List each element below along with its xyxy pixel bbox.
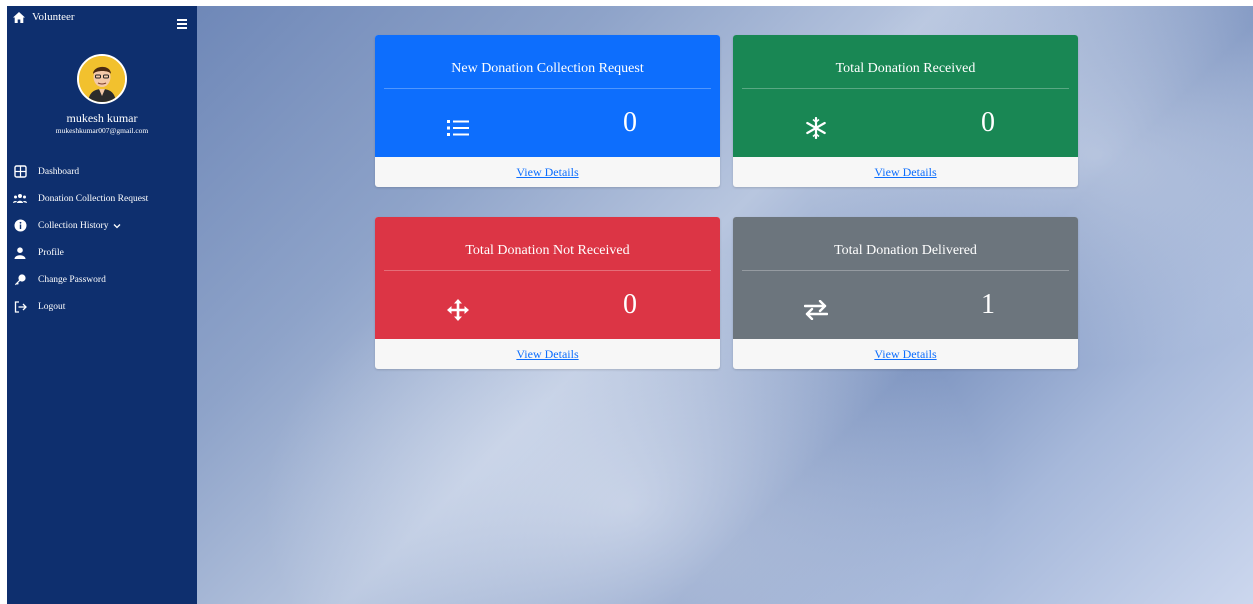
view-details-link[interactable]: View Details xyxy=(874,165,936,180)
divider xyxy=(742,270,1069,271)
users-icon xyxy=(13,192,27,206)
arrows-move-icon xyxy=(445,297,471,323)
user-icon xyxy=(13,246,27,260)
key-icon xyxy=(13,273,27,287)
home-icon xyxy=(13,11,25,23)
app-frame: Volunteer mukesh kumar mukeshkumar007@gm… xyxy=(7,6,1253,604)
brand[interactable]: Volunteer xyxy=(13,11,75,23)
dashboard-icon xyxy=(13,165,27,179)
sidebar-item-label: Profile xyxy=(38,247,64,258)
divider xyxy=(742,88,1069,89)
divider xyxy=(384,270,711,271)
card-total-donation-not-received: Total Donation Not Received 0 View Detai… xyxy=(375,217,720,369)
sidebar-header: Volunteer xyxy=(7,6,197,46)
card-header: Total Donation Delivered 1 xyxy=(733,217,1078,339)
sidebar-item-donation-collection-request[interactable]: Donation Collection Request xyxy=(7,185,197,212)
exchange-icon xyxy=(803,297,829,323)
sidebar-item-label: Change Password xyxy=(38,274,106,285)
sidebar-item-dashboard[interactable]: Dashboard xyxy=(7,158,197,185)
card-count: 1 xyxy=(981,289,995,320)
brand-label: Volunteer xyxy=(32,11,75,23)
list-icon xyxy=(445,115,471,141)
sidebar-item-label: Logout xyxy=(38,301,66,312)
card-count: 0 xyxy=(623,289,637,320)
card-header: Total Donation Not Received 0 xyxy=(375,217,720,339)
user-name: mukesh kumar xyxy=(66,111,138,125)
sidebar: Volunteer mukesh kumar mukeshkumar007@gm… xyxy=(7,6,197,604)
sidebar-item-label: Collection History xyxy=(38,220,109,231)
card-footer: View Details xyxy=(375,339,720,369)
card-new-donation-collection-request: New Donation Collection Request 0 View D… xyxy=(375,35,720,187)
card-footer: View Details xyxy=(733,339,1078,369)
info-icon xyxy=(13,219,27,233)
logout-icon xyxy=(13,300,27,314)
snowflake-icon xyxy=(803,115,829,141)
sidebar-item-logout[interactable]: Logout xyxy=(7,293,197,320)
card-footer: View Details xyxy=(733,157,1078,187)
card-footer: View Details xyxy=(375,157,720,187)
menu-toggle-icon[interactable] xyxy=(177,19,187,31)
sidebar-item-label: Donation Collection Request xyxy=(38,193,149,204)
card-title: New Donation Collection Request xyxy=(451,61,644,76)
divider xyxy=(384,88,711,89)
user-email: mukeshkumar007@gmail.com xyxy=(55,126,149,135)
view-details-link[interactable]: View Details xyxy=(516,165,578,180)
dashboard-main: New Donation Collection Request 0 View D… xyxy=(197,6,1253,604)
card-title: Total Donation Delivered xyxy=(834,243,977,258)
sidebar-item-profile[interactable]: Profile xyxy=(7,239,197,266)
sidebar-menu: Dashboard Donation Collection Request Co… xyxy=(7,158,197,320)
sidebar-item-change-password[interactable]: Change Password xyxy=(7,266,197,293)
sidebar-item-label: Dashboard xyxy=(38,166,80,177)
card-count: 0 xyxy=(623,107,637,138)
avatar xyxy=(77,54,127,104)
view-details-link[interactable]: View Details xyxy=(516,347,578,362)
card-total-donation-delivered: Total Donation Delivered 1 View Details xyxy=(733,217,1078,369)
sidebar-item-collection-history[interactable]: Collection History xyxy=(7,212,197,239)
card-count: 0 xyxy=(981,107,995,138)
card-header: New Donation Collection Request 0 xyxy=(375,35,720,157)
card-total-donation-received: Total Donation Received 0 View Details xyxy=(733,35,1078,187)
chevron-down-icon xyxy=(113,223,121,229)
view-details-link[interactable]: View Details xyxy=(874,347,936,362)
card-title: Total Donation Received xyxy=(835,61,976,76)
card-header: Total Donation Received 0 xyxy=(733,35,1078,157)
card-title: Total Donation Not Received xyxy=(465,243,630,258)
